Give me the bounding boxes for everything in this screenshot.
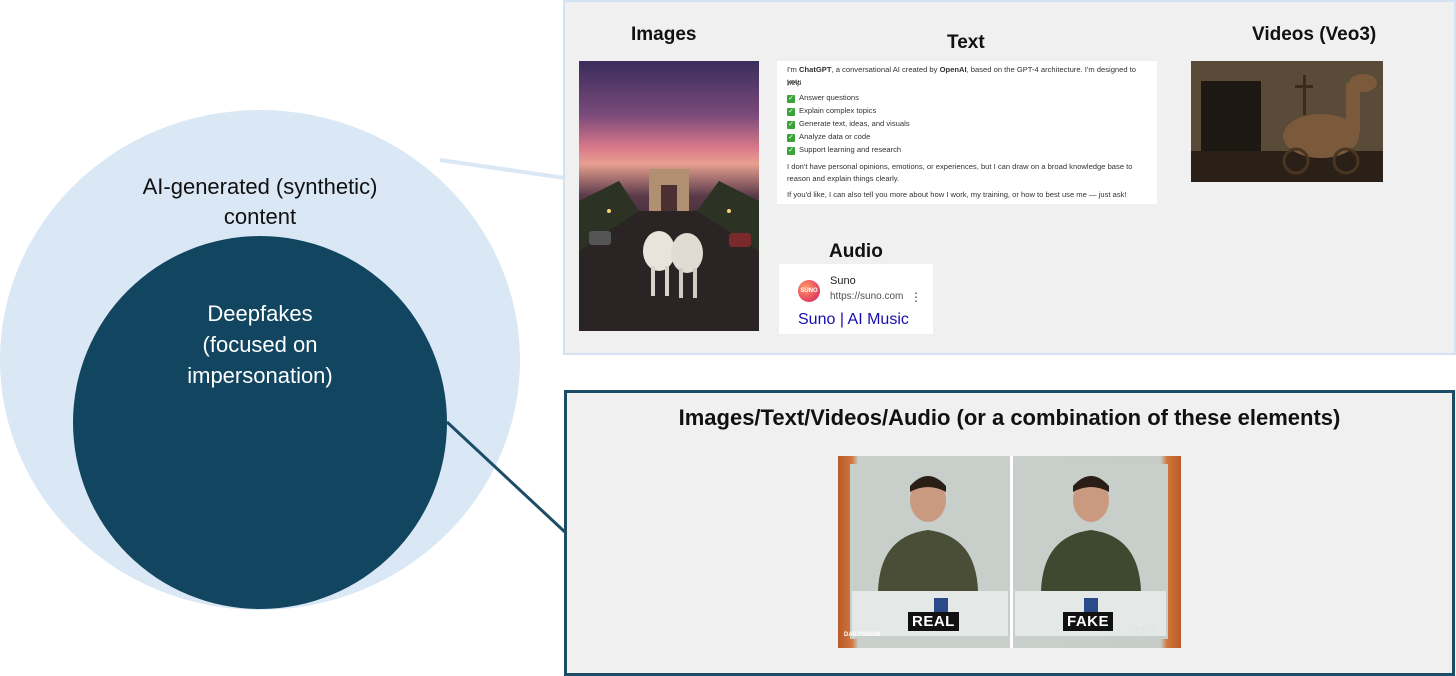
list-item: ✓ Answer questions	[787, 93, 859, 103]
trojan-horse-scene-illustration	[1191, 61, 1383, 182]
checkbox-icon: ✓	[787, 133, 795, 142]
chat-para2-line1: I don't have personal opinions, emotions…	[787, 162, 1133, 171]
fake-label: FAKE	[1063, 612, 1114, 631]
suno-logo-icon: SUNO	[798, 280, 820, 302]
more-options-icon[interactable]: ⋮	[910, 290, 922, 304]
comparison-illustration	[850, 456, 1168, 648]
list-item: ✓ Analyze data or code	[787, 132, 871, 142]
checkbox-icon: ✓	[787, 146, 795, 155]
ai-audio-example: SUNO Suno https://suno.com ⋮ Suno | AI M…	[779, 264, 933, 334]
chat-para2-line2: reason and explain things clearly.	[787, 174, 900, 183]
suno-link[interactable]: Suno | AI Music	[798, 311, 909, 329]
checkbox-icon: ✓	[787, 94, 795, 103]
site-url: https://suno.com	[830, 291, 904, 302]
deepfake-comparison-image: REAL FAKE DAILYSHOW TDS	[838, 456, 1181, 648]
connector-top	[439, 158, 566, 180]
connector-bottom	[445, 420, 568, 535]
bottom-panel-title: Images/Text/Videos/Audio (or a combinati…	[678, 405, 1341, 430]
videos-title: Videos (Veo3)	[1252, 24, 1377, 45]
ai-image-example	[579, 61, 759, 331]
chat-para3: If you'd like, I can also tell you more …	[787, 190, 1127, 199]
watermark-right: TDS	[1134, 624, 1158, 638]
site-name: Suno	[830, 275, 856, 287]
checkbox-icon: ✓	[787, 120, 795, 129]
checkbox-icon: ✓	[787, 107, 795, 116]
list-item: ✓ Generate text, ideas, and visuals	[787, 119, 910, 129]
audio-title: Audio	[829, 241, 883, 262]
ai-text-example: I'm ChatGPT, a conversational AI created…	[777, 61, 1157, 204]
real-label: REAL	[908, 612, 959, 631]
list-item: ✓ Explain complex topics	[787, 106, 877, 116]
list-item: ✓ Support learning and research	[787, 145, 902, 155]
text-title: Text	[947, 32, 985, 53]
images-title: Images	[631, 24, 697, 45]
watermark-left: DAILYSHOW	[844, 632, 881, 638]
ai-video-example	[1191, 61, 1383, 182]
paris-scene-illustration	[579, 169, 759, 331]
chat-intro-line2: you:	[787, 77, 802, 86]
